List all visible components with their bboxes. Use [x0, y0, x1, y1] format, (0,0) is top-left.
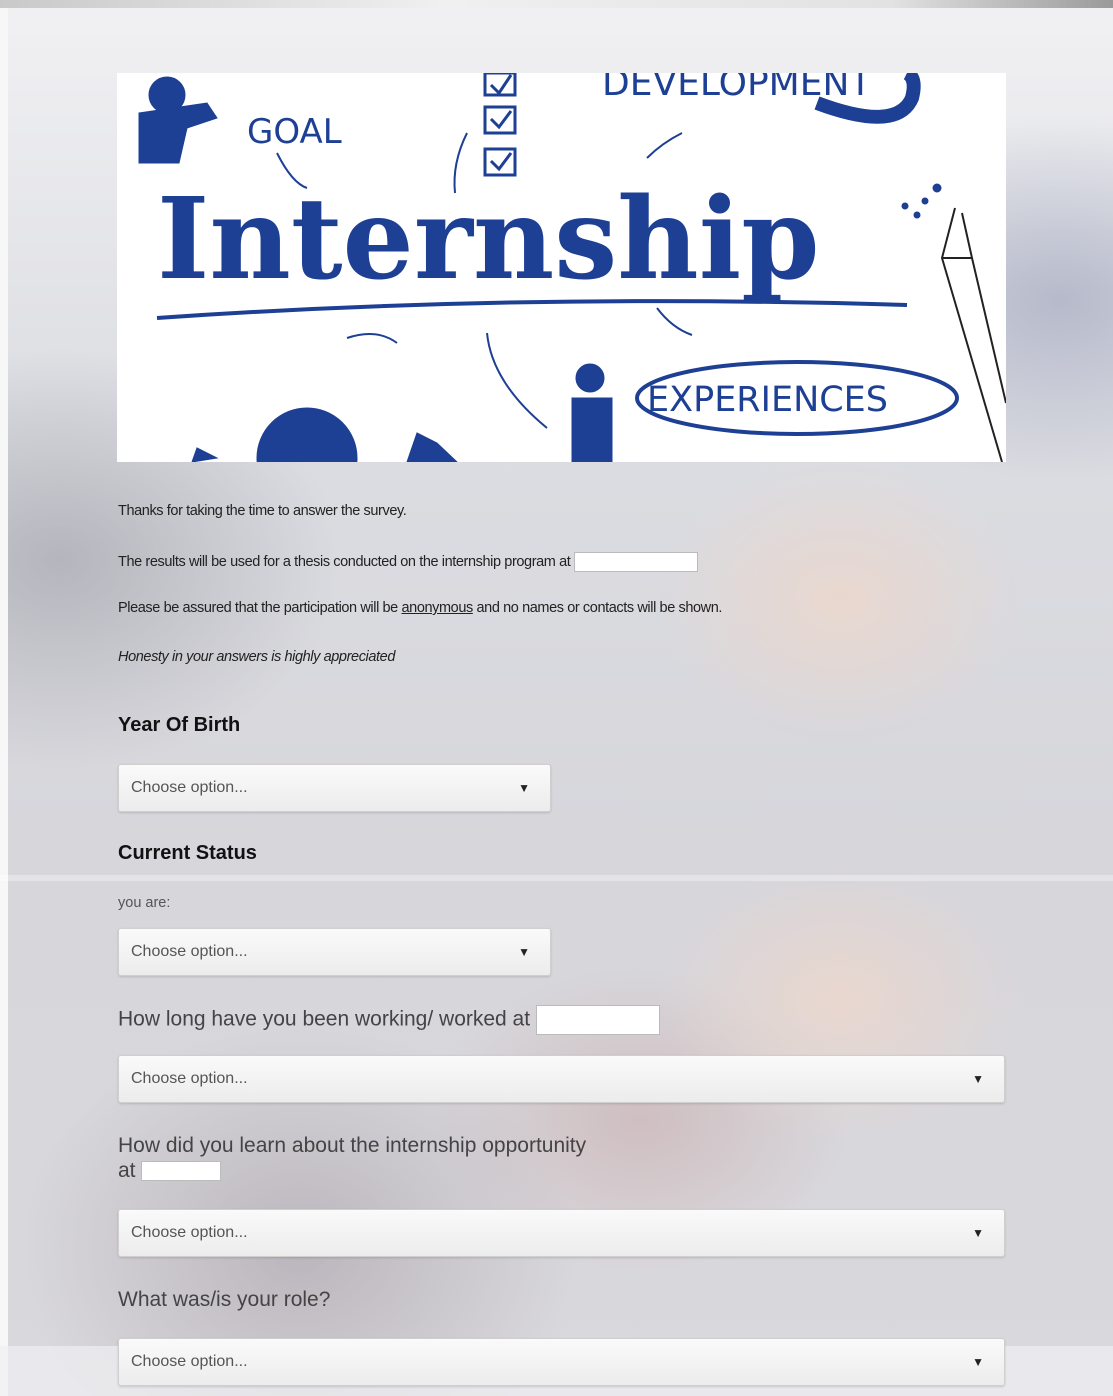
internship-illustration: GOAL DEVELOPMENT Internship EXPERIENCES	[138, 73, 1006, 462]
background-seam	[0, 875, 1113, 881]
how-learn-label-line1: How did you learn about the internship o…	[118, 1134, 587, 1157]
role-value: Choose option...	[131, 1353, 248, 1370]
triangle-down-icon: ▼	[972, 1226, 984, 1240]
how-long-value: Choose option...	[131, 1070, 248, 1087]
how-learn-select[interactable]: Choose option... ▼	[118, 1209, 1005, 1257]
intro-anonymous-pre: Please be assured that the participation…	[118, 600, 402, 616]
intro-thanks-text: Thanks for taking the time to answer the…	[118, 503, 407, 519]
redacted-company-name	[574, 552, 699, 572]
redacted-company-name	[535, 1005, 660, 1035]
intro-anonymous-text: Please be assured that the participation…	[118, 600, 722, 616]
role-label: What was/is your role?	[118, 1288, 331, 1311]
triangle-down-icon: ▼	[518, 945, 530, 959]
current-status-sublabel: you are:	[118, 895, 171, 911]
checkmark-icon	[483, 73, 517, 177]
current-status-label: Current Status	[118, 842, 257, 864]
anonymous-link[interactable]: anonymous	[401, 600, 473, 616]
how-learn-value: Choose option...	[131, 1224, 248, 1241]
how-long-label-text: How long have you been working/ worked a…	[118, 1007, 531, 1031]
year-of-birth-label: Year Of Birth	[118, 714, 241, 736]
redacted-company-name	[141, 1161, 222, 1182]
current-status-value: Choose option...	[131, 943, 248, 960]
banner-word-experiences: EXPERIENCES	[647, 380, 888, 420]
person-icon	[138, 76, 218, 164]
how-learn-label-line2: at	[118, 1158, 586, 1183]
intro-thesis-text: The results will be used for a thesis co…	[118, 552, 699, 572]
how-learn-label: How did you learn about the internship o…	[118, 1133, 586, 1183]
pencil-icon	[940, 207, 1006, 462]
current-status-select[interactable]: Choose option... ▼	[118, 928, 551, 976]
how-long-label: How long have you been working/ worked a…	[118, 1005, 660, 1035]
internship-banner-image: GOAL DEVELOPMENT Internship EXPERIENCES	[117, 73, 1006, 462]
triangle-down-icon: ▼	[518, 781, 530, 795]
intro-honesty-text: Honesty in your answers is highly apprec…	[118, 649, 395, 665]
banner-word-development: DEVELOPMENT	[602, 73, 872, 104]
triangle-down-icon: ▼	[972, 1355, 984, 1369]
banner-word-goal: GOAL	[247, 112, 342, 152]
year-of-birth-select[interactable]: Choose option... ▼	[118, 764, 551, 812]
intro-thesis-label: The results will be used for a thesis co…	[118, 553, 571, 570]
how-learn-at-text: at	[118, 1159, 136, 1182]
triangle-down-icon: ▼	[972, 1072, 984, 1086]
window-top-edge	[0, 0, 1113, 8]
year-of-birth-value: Choose option...	[131, 779, 248, 796]
how-long-select[interactable]: Choose option... ▼	[118, 1055, 1005, 1103]
banner-word-internship: Internship	[157, 174, 820, 305]
intro-anonymous-post: and no names or contacts will be shown.	[472, 600, 723, 616]
left-edge	[0, 8, 8, 1396]
role-select[interactable]: Choose option... ▼	[118, 1338, 1005, 1386]
